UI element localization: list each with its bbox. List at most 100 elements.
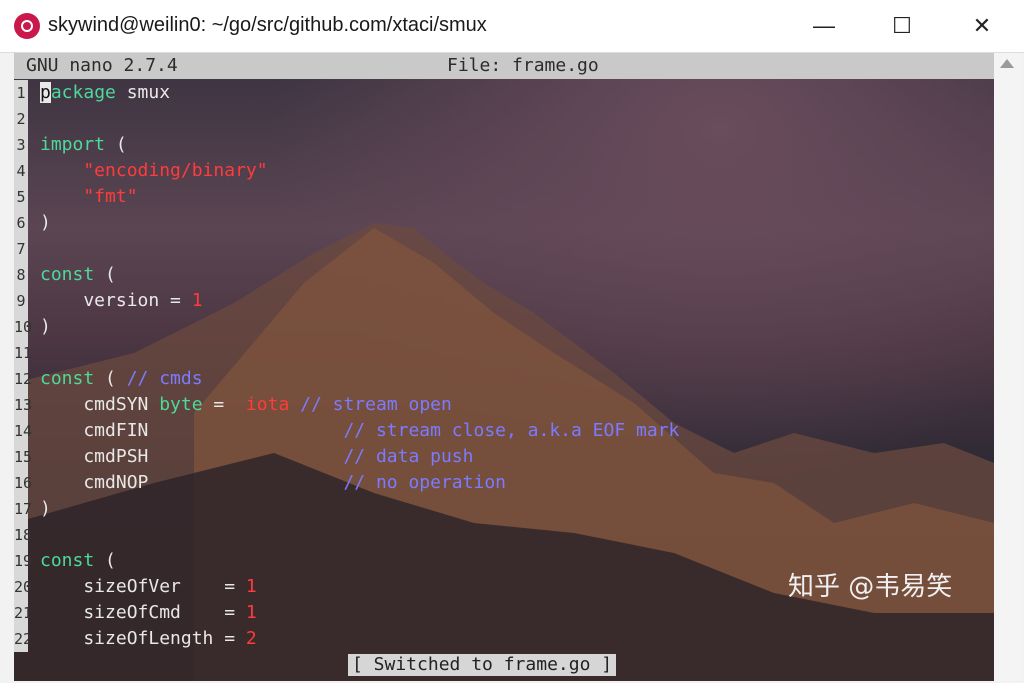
window-titlebar: skywind@weilin0: ~/go/src/github.com/xta… — [0, 0, 1024, 53]
code-text: ) — [40, 314, 51, 340]
code-line[interactable]: 18 — [14, 522, 994, 548]
code-line[interactable]: 5 "fmt" — [14, 184, 994, 210]
code-token: // stream open — [289, 394, 452, 415]
line-number: 11 — [14, 340, 32, 366]
code-line[interactable]: 22 sizeOfLength = 2 — [14, 626, 994, 652]
line-number: 14 — [14, 418, 32, 444]
code-token: // cmds — [126, 368, 203, 389]
code-token: iota — [235, 394, 290, 415]
nano-status-message: [ Switched to frame.go ] — [348, 654, 617, 676]
code-text: cmdPSH // data push — [40, 444, 473, 470]
nano-version: GNU nano 2.7.4 — [26, 55, 178, 76]
code-line[interactable]: 11 — [14, 340, 994, 366]
code-line[interactable]: 12 const ( // cmds — [14, 366, 994, 392]
code-token: ) — [40, 498, 51, 519]
code-line[interactable]: 4 "encoding/binary" — [14, 158, 994, 184]
code-token: // data push — [343, 446, 474, 467]
scrollbar[interactable] — [994, 53, 1022, 681]
code-text: cmdFIN // stream close, a.k.a EOF mark — [40, 418, 679, 444]
scroll-up-icon[interactable] — [1000, 59, 1014, 68]
code-text: cmdSYN byte = iota // stream open — [40, 392, 452, 418]
code-token: 1 — [245, 602, 257, 623]
watermark: 知乎 @韦易笑 — [788, 572, 953, 602]
code-token: ( — [94, 550, 116, 571]
line-number: 7 — [14, 236, 28, 262]
code-token: cmdNOP — [40, 472, 344, 493]
code-text: sizeOfLength = 2 — [40, 626, 257, 652]
code-line[interactable]: 17) — [14, 496, 994, 522]
code-text: import ( — [40, 132, 127, 158]
line-number: 8 — [14, 262, 28, 288]
debian-terminal-icon — [14, 13, 40, 39]
code-token: = — [202, 394, 236, 415]
code-line[interactable]: 6) — [14, 210, 994, 236]
line-number: 22 — [14, 626, 32, 652]
code-text: ) — [40, 496, 51, 522]
code-line[interactable]: 16 cmdNOP // no operation — [14, 470, 994, 496]
line-number: 2 — [14, 106, 28, 132]
code-text: cmdNOP // no operation — [40, 470, 506, 496]
code-text: const ( — [40, 548, 116, 574]
line-number: 3 — [14, 132, 28, 158]
code-token: const — [40, 550, 95, 571]
code-text: "fmt" — [40, 184, 138, 210]
window-title: skywind@weilin0: ~/go/src/github.com/xta… — [48, 14, 487, 36]
code-line[interactable]: 15 cmdPSH // data push — [14, 444, 994, 470]
line-number: 1 — [14, 80, 28, 106]
code-token: ( — [94, 368, 127, 389]
line-number: 4 — [14, 158, 28, 184]
code-token: byte — [159, 394, 203, 415]
code-token: const — [40, 368, 95, 389]
close-button[interactable]: ✕ — [954, 0, 1010, 52]
code-token: 1 — [191, 290, 203, 311]
line-number: 16 — [14, 470, 32, 496]
code-text: sizeOfVer = 1 — [40, 574, 257, 600]
code-line[interactable]: 21 sizeOfCmd = 1 — [14, 600, 994, 626]
code-line[interactable]: 14 cmdFIN // stream close, a.k.a EOF mar… — [14, 418, 994, 444]
line-number: 18 — [14, 522, 32, 548]
code-token: 2 — [245, 628, 257, 649]
code-token: sizeOfCmd = — [40, 602, 246, 623]
text-cursor: p — [40, 82, 51, 103]
code-text: sizeOfCmd = 1 — [40, 600, 257, 626]
maximize-button[interactable]: ☐ — [874, 0, 930, 52]
minimize-button[interactable]: — — [796, 0, 852, 52]
nano-filename: File: frame.go — [447, 55, 599, 76]
line-number: 6 — [14, 210, 28, 236]
code-token: smux — [115, 82, 171, 103]
code-token: version = — [40, 290, 192, 311]
code-line[interactable]: 2 — [14, 106, 994, 132]
code-token: ( — [105, 134, 127, 155]
code-token: // stream close, a.k.a EOF mark — [343, 420, 680, 441]
code-line[interactable]: 13 cmdSYN byte = iota // stream open — [14, 392, 994, 418]
code-line[interactable]: 1 package smux — [14, 80, 994, 106]
code-token: ) — [40, 316, 51, 337]
code-line[interactable]: 3 import ( — [14, 132, 994, 158]
line-number: 17 — [14, 496, 32, 522]
code-token: ( — [94, 264, 116, 285]
code-token: 1 — [245, 576, 257, 597]
code-text: package smux — [40, 80, 170, 106]
code-token: // no operation — [343, 472, 506, 493]
code-token: sizeOfLength = — [40, 628, 246, 649]
line-number: 10 — [14, 314, 32, 340]
nano-header-bar: GNU nano 2.7.4 File: frame.go — [14, 53, 994, 79]
code-token: import — [40, 134, 106, 155]
code-token: ackage — [50, 82, 116, 103]
code-token: cmdFIN — [40, 420, 344, 441]
code-text: "encoding/binary" — [40, 158, 267, 184]
code-text: ) — [40, 210, 51, 236]
line-number: 21 — [14, 600, 32, 626]
code-line[interactable]: 8 const ( — [14, 262, 994, 288]
line-number: 19 — [14, 548, 32, 574]
code-line[interactable]: 9 version = 1 — [14, 288, 994, 314]
code-token: sizeOfVer = — [40, 576, 246, 597]
line-number: 13 — [14, 392, 32, 418]
code-line[interactable]: 10) — [14, 314, 994, 340]
code-token: const — [40, 264, 95, 285]
line-number: 15 — [14, 444, 32, 470]
line-number: 9 — [14, 288, 28, 314]
code-token: cmdPSH — [40, 446, 344, 467]
code-token: "fmt" — [40, 186, 138, 207]
code-line[interactable]: 7 — [14, 236, 994, 262]
